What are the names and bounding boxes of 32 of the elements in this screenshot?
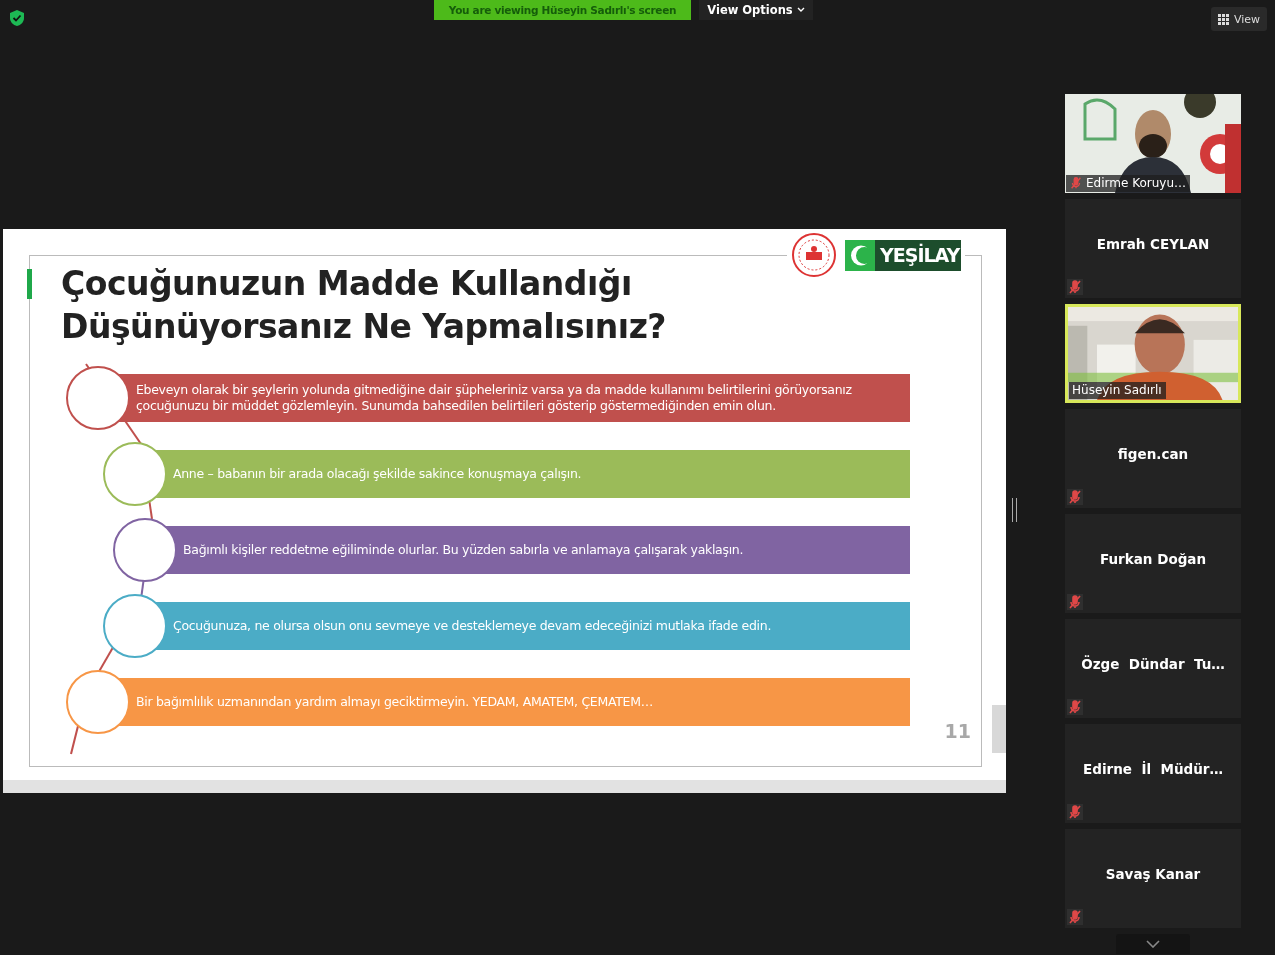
participant-name: Özge Dündar Tu… [1081, 655, 1225, 672]
participant-name: Savaş Kanar [1105, 865, 1201, 882]
participant-tile[interactable]: Hüseyin Sadırlı [1065, 304, 1241, 403]
participant-name: Emrah CEYLAN [1096, 235, 1210, 252]
page-number: 11 [944, 720, 971, 742]
slide-title: Çocuğunuzun Madde Kullandığı [61, 263, 633, 305]
resize-handle[interactable] [1012, 498, 1017, 522]
view-options-button[interactable]: View Options [699, 0, 813, 20]
participant-tile[interactable]: Furkan Doğan [1065, 514, 1241, 613]
accent-bar [27, 269, 32, 299]
participant-name: Edirme Koruyu… [1066, 175, 1190, 192]
participant-tile[interactable]: Edirme Koruyu… [1065, 94, 1241, 193]
participant-tile[interactable]: Özge Dündar Tu… [1065, 619, 1241, 718]
slide-title: Düşünüyorsanız Ne Yapmalısınız? [61, 306, 666, 348]
participant-name: Hüseyin Sadırlı [1069, 382, 1166, 399]
participant-tile[interactable]: Savaş Kanar [1065, 829, 1241, 928]
participant-name: Edirne İl Müdür… [1083, 760, 1223, 777]
chevron-down-icon [796, 7, 805, 13]
screen-share-banner: You are viewing Hüseyin Sadırlı's screen [434, 0, 691, 20]
participant-tile[interactable]: figen.can [1065, 409, 1241, 508]
view-button[interactable]: View [1210, 7, 1267, 31]
participant-name: figen.can [1117, 445, 1189, 462]
yesilay-logo: YEŞİLAY [845, 239, 961, 271]
participant-tile[interactable]: Edirne İl Müdür… [1065, 724, 1241, 823]
scroll-down-button[interactable] [1116, 934, 1190, 954]
security-shield-icon[interactable] [8, 9, 26, 27]
participant-name: Furkan Doğan [1099, 550, 1207, 567]
crescent-icon [845, 239, 875, 271]
participant-tile[interactable]: Emrah CEYLAN [1065, 199, 1241, 298]
grid-icon [1217, 13, 1229, 25]
scroll-thumb[interactable] [992, 705, 1006, 753]
chevron-down-icon [1146, 940, 1160, 948]
